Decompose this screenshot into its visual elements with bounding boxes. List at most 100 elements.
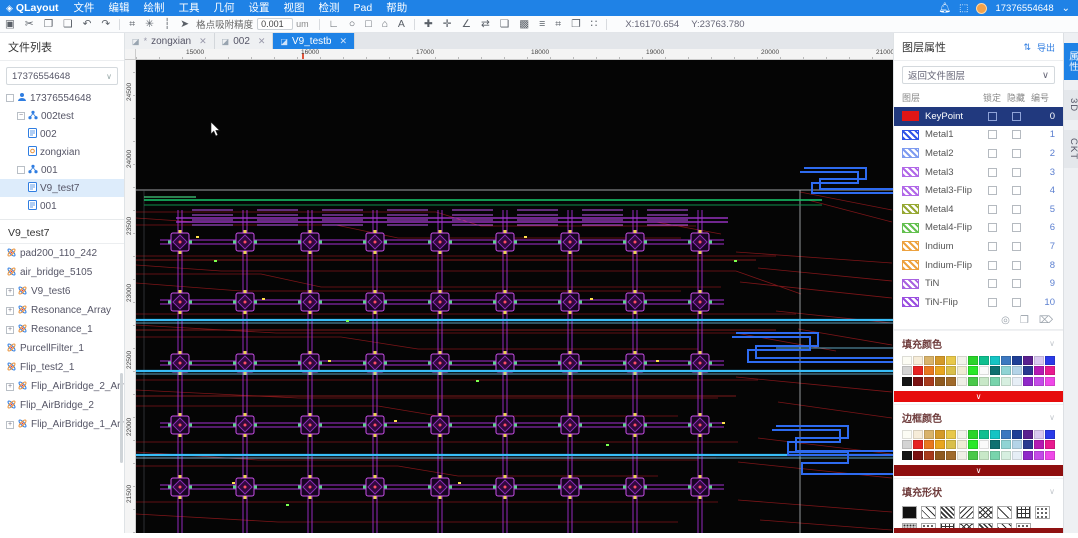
color-swatch[interactable] xyxy=(1023,377,1033,386)
cell-item-Resonance_1[interactable]: +Resonance_1 xyxy=(0,320,124,339)
save-icon[interactable]: ▣ xyxy=(0,18,20,30)
color-swatch[interactable] xyxy=(968,440,978,449)
color-swatch[interactable] xyxy=(1045,377,1055,386)
color-swatch[interactable] xyxy=(1045,430,1055,439)
side-tab-3D[interactable]: 3D xyxy=(1064,90,1078,120)
tab-zongxian[interactable]: ◪*zongxian✕ xyxy=(125,33,215,49)
pattern-swatch[interactable] xyxy=(1016,506,1031,519)
layer-row-TiN-Flip[interactable]: TiN-Flip10 xyxy=(894,293,1063,312)
color-swatch[interactable] xyxy=(1034,451,1044,460)
move-origin-icon[interactable]: ✛ xyxy=(438,18,457,30)
expand-icon[interactable]: + xyxy=(6,421,14,429)
color-swatch[interactable] xyxy=(935,430,945,439)
fill-pattern-section[interactable]: 填充形状 ∨ xyxy=(894,478,1063,502)
hide-checkbox[interactable] xyxy=(1012,186,1021,195)
color-swatch[interactable] xyxy=(902,451,912,460)
tab-V9_testb[interactable]: ◪V9_testb✕ xyxy=(273,33,355,49)
user-name[interactable]: 17376554648 xyxy=(995,3,1053,14)
color-swatch[interactable] xyxy=(935,356,945,365)
layer-row-Indium-Flip[interactable]: Indium-Flip8 xyxy=(894,256,1063,275)
menu-帮助[interactable]: 帮助 xyxy=(379,2,414,14)
color-swatch[interactable] xyxy=(1012,451,1022,460)
hide-checkbox[interactable] xyxy=(1012,242,1021,251)
layer-row-Metal4-Flip[interactable]: Metal4-Flip6 xyxy=(894,219,1063,238)
color-swatch[interactable] xyxy=(935,440,945,449)
tree-item-17376554648[interactable]: 17376554648 xyxy=(0,89,124,107)
draw-circle-icon[interactable]: ○ xyxy=(344,18,360,30)
pattern-swatch[interactable] xyxy=(959,506,974,519)
color-swatch[interactable] xyxy=(946,366,956,375)
menu-检测[interactable]: 检测 xyxy=(312,2,347,14)
color-swatch[interactable] xyxy=(913,451,923,460)
color-swatch[interactable] xyxy=(924,377,934,386)
merge-icon[interactable]: ❐ xyxy=(566,18,585,30)
pattern-swatch[interactable] xyxy=(921,506,936,519)
color-swatch[interactable] xyxy=(990,440,1000,449)
color-swatch[interactable] xyxy=(990,366,1000,375)
color-swatch[interactable] xyxy=(924,430,934,439)
color-swatch[interactable] xyxy=(1001,451,1011,460)
close-tab-icon[interactable]: ✕ xyxy=(340,36,348,47)
color-swatch[interactable] xyxy=(913,430,923,439)
color-swatch[interactable] xyxy=(1012,356,1022,365)
color-swatch[interactable] xyxy=(946,377,956,386)
tree-checkbox[interactable] xyxy=(17,166,25,174)
layer-row-Metal1[interactable]: Metal11 xyxy=(894,126,1063,145)
hide-checkbox[interactable] xyxy=(1012,112,1021,121)
side-tab-CKT[interactable]: CKT xyxy=(1064,130,1078,168)
color-swatch[interactable] xyxy=(957,356,967,365)
color-swatch[interactable] xyxy=(968,451,978,460)
color-swatch[interactable] xyxy=(902,377,912,386)
color-swatch[interactable] xyxy=(1034,356,1044,365)
color-swatch[interactable] xyxy=(990,356,1000,365)
color-swatch[interactable] xyxy=(979,451,989,460)
color-swatch[interactable] xyxy=(1045,366,1055,375)
color-swatch[interactable] xyxy=(935,377,945,386)
color-swatch[interactable] xyxy=(902,366,912,375)
layer-row-KeyPoint[interactable]: KeyPoint0 xyxy=(894,107,1063,126)
layer-row-Metal3[interactable]: Metal33 xyxy=(894,163,1063,182)
layer-row-Indium[interactable]: Indium7 xyxy=(894,237,1063,256)
cut-icon[interactable]: ✂ xyxy=(20,18,39,30)
import-icon[interactable]: ⇅ xyxy=(1023,42,1031,53)
color-swatch[interactable] xyxy=(1001,430,1011,439)
measure-icon[interactable]: ┆ xyxy=(159,18,175,30)
tree-checkbox[interactable] xyxy=(6,94,14,102)
layers-icon[interactable]: ❏ xyxy=(495,18,514,30)
array-icon[interactable]: ∷ xyxy=(586,18,603,30)
color-swatch[interactable] xyxy=(924,356,934,365)
mirror-icon[interactable]: ⇄ xyxy=(476,18,495,30)
color-swatch[interactable] xyxy=(1023,366,1033,375)
lock-checkbox[interactable] xyxy=(988,149,997,158)
expand-icon[interactable]: + xyxy=(6,307,14,315)
draw-line-icon[interactable]: ∟ xyxy=(324,18,344,30)
rotate-icon[interactable]: ∠ xyxy=(457,18,476,30)
menu-绘制[interactable]: 绘制 xyxy=(137,2,172,14)
lock-checkbox[interactable] xyxy=(988,112,997,121)
color-swatch[interactable] xyxy=(968,356,978,365)
select-cursor-icon[interactable]: ➤ xyxy=(175,18,194,30)
menu-视图[interactable]: 视图 xyxy=(277,2,312,14)
draw-polygon-icon[interactable]: ⌂ xyxy=(377,18,393,30)
side-tab-属性[interactable]: 属性 xyxy=(1064,43,1078,80)
fill-color-selected[interactable]: ∨ xyxy=(894,391,1063,402)
pattern-swatch[interactable] xyxy=(940,506,955,519)
color-swatch[interactable] xyxy=(924,440,934,449)
lock-checkbox[interactable] xyxy=(988,186,997,195)
menu-几何[interactable]: 几何 xyxy=(207,2,242,14)
color-swatch[interactable] xyxy=(990,430,1000,439)
tab-002[interactable]: ◪002✕ xyxy=(215,33,274,49)
layer-row-Metal2[interactable]: Metal22 xyxy=(894,144,1063,163)
lock-checkbox[interactable] xyxy=(988,261,997,270)
color-swatch[interactable] xyxy=(1001,366,1011,375)
hide-checkbox[interactable] xyxy=(1012,298,1021,307)
color-swatch[interactable] xyxy=(1034,366,1044,375)
fullscreen-icon[interactable]: ⬚ xyxy=(959,3,968,14)
pattern-swatch[interactable] xyxy=(902,506,917,519)
color-swatch[interactable] xyxy=(1034,377,1044,386)
color-swatch[interactable] xyxy=(968,366,978,375)
border-color-section[interactable]: 边框颜色 ∨ xyxy=(894,404,1063,428)
fill-color-section[interactable]: 填充颜色 ∨ xyxy=(894,330,1063,354)
color-swatch[interactable] xyxy=(946,440,956,449)
color-swatch[interactable] xyxy=(913,366,923,375)
